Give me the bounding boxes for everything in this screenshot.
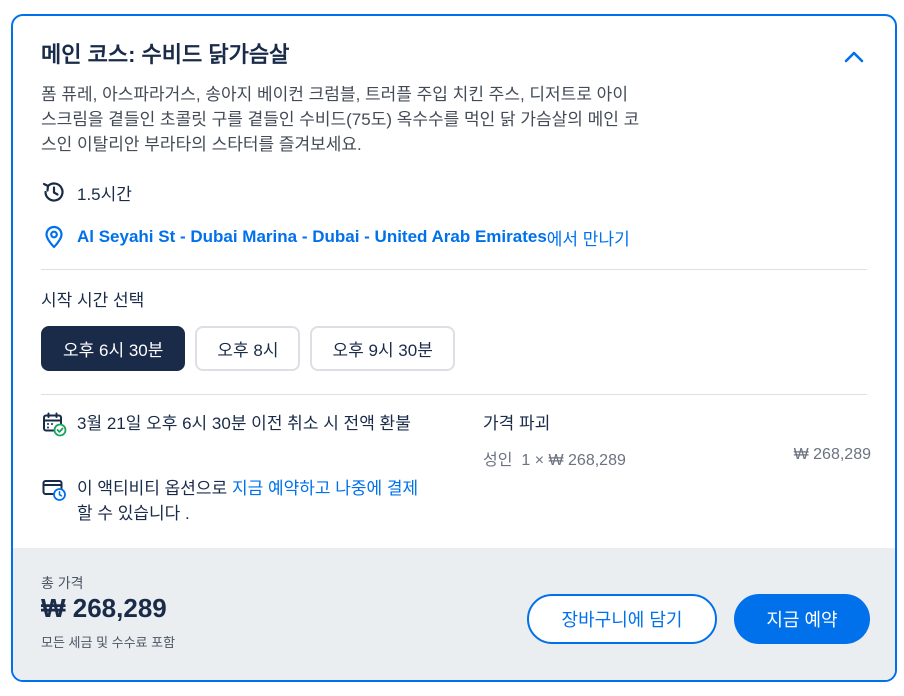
activity-description: 폼 퓨레, 아스파라거스, 송아지 베이컨 크럼블, 트러플 주입 치킨 주스,…	[41, 85, 640, 154]
start-time-slots: 오후 6시 30분 오후 8시 오후 9시 30분	[41, 326, 455, 371]
meeting-point-link[interactable]: Al Seyahi St - Dubai Marina - Dubai - Un…	[77, 227, 547, 247]
card-clock-icon	[41, 476, 67, 502]
meeting-point-row: Al Seyahi St - Dubai Marina - Dubai - Un…	[41, 224, 630, 250]
book-now-pay-later-link[interactable]: 지금 예약하고 나중에 결제	[232, 479, 418, 498]
book-now-button[interactable]: 지금 예약	[734, 594, 870, 644]
meeting-point-suffix: 에서 만나기	[546, 229, 630, 249]
participant-label: 성인	[483, 452, 513, 469]
calendar-check-icon	[41, 411, 67, 437]
tax-note: 모든 세금 및 수수료 포함	[41, 635, 176, 650]
participant-line: 성인 1 × ₩ 268,289	[483, 446, 626, 470]
activity-option-card: 메인 코스: 수비드 닭가슴살 폼 퓨레, 아스파라거스, 송아지 베이컨 크럼…	[11, 14, 897, 682]
duration-row: 1.5시간	[41, 179, 132, 205]
row-total: ₩ 268,289	[793, 446, 871, 463]
card-header: 메인 코스: 수비드 닭가슴살	[41, 40, 867, 74]
divider	[41, 394, 867, 395]
add-to-cart-button[interactable]: 장바구니에 담기	[527, 594, 717, 644]
pay-later-info: 이 액티비티 옵션으로 지금 예약하고 나중에 결제 할 수 있습니다 .	[41, 476, 421, 526]
price-footer: 총 가격 ₩ 268,289 모든 세금 및 수수료 포함 장바구니에 담기 지…	[13, 548, 895, 680]
duration-text: 1.5시간	[77, 184, 132, 204]
total-price-label: 총 가격	[41, 575, 84, 591]
activity-title: 메인 코스: 수비드 닭가슴살	[41, 42, 290, 67]
participant-quantity: 1 × ₩ 268,289	[521, 452, 626, 469]
time-slot-button[interactable]: 오후 9시 30분	[310, 326, 455, 371]
total-price: ₩ 268,289	[41, 593, 167, 623]
chevron-up-icon[interactable]	[841, 44, 867, 70]
pay-later-prefix: 이 액티비티 옵션으로	[77, 479, 232, 498]
cancellation-policy: 3월 21일 오후 6시 30분 이전 취소 시 전액 환불	[41, 411, 421, 437]
time-slot-button[interactable]: 오후 8시	[195, 326, 301, 371]
price-breakdown-title: 가격 파괴	[483, 414, 551, 433]
price-breakdown: 가격 파괴 성인 1 × ₩ 268,289 ₩ 268,289	[483, 411, 871, 470]
time-slot-button[interactable]: 오후 6시 30분	[41, 326, 186, 371]
price-breakdown-row: 성인 1 × ₩ 268,289 ₩ 268,289	[483, 446, 871, 470]
cancellation-text: 3월 21일 오후 6시 30분 이전 취소 시 전액 환불	[77, 414, 411, 433]
divider	[41, 269, 867, 270]
start-time-label: 시작 시간 선택	[41, 291, 145, 310]
pay-later-text: 이 액티비티 옵션으로 지금 예약하고 나중에 결제 할 수 있습니다 .	[77, 476, 421, 526]
map-pin-icon	[41, 224, 67, 250]
pay-later-suffix: 할 수 있습니다 .	[77, 504, 190, 523]
clock-history-icon	[41, 179, 67, 205]
